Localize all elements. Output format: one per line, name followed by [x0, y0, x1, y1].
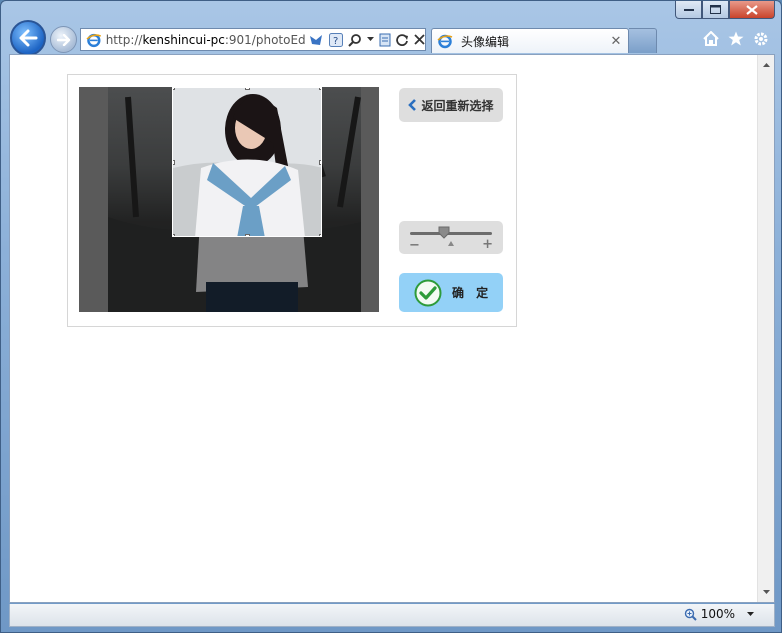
zoom-level: 100%: [700, 607, 735, 621]
favorites-star-icon[interactable]: [727, 30, 744, 47]
maximize-button[interactable]: [702, 1, 729, 19]
scroll-down-icon[interactable]: [758, 584, 774, 600]
reselect-label: 返回重新选择: [421, 98, 494, 113]
ie-page-icon: [86, 33, 102, 47]
crop-handle-nw[interactable]: [173, 88, 175, 90]
crop-handle-s[interactable]: [245, 234, 250, 236]
reselect-button[interactable]: 返回重新选择: [399, 88, 503, 122]
slider-center-marker: [448, 241, 454, 246]
chevron-down-icon[interactable]: [747, 612, 754, 616]
crop-handle-e[interactable]: [319, 160, 321, 165]
minimize-button[interactable]: [675, 1, 702, 19]
tab-photo-edit[interactable]: 头像编辑 ✕: [431, 28, 629, 53]
maximize-icon: [710, 5, 721, 14]
crop-selection[interactable]: [172, 87, 322, 237]
svg-text:?: ?: [333, 36, 338, 47]
minimize-icon: [683, 8, 694, 11]
vertical-scrollbar[interactable]: [757, 55, 774, 602]
new-tab-button[interactable]: [629, 28, 657, 53]
arrow-right-icon: [56, 33, 70, 46]
scroll-up-icon[interactable]: [758, 57, 774, 73]
stop-icon[interactable]: [414, 34, 425, 45]
crop-handle-ne[interactable]: [319, 88, 321, 90]
slider-track[interactable]: [410, 232, 492, 235]
gear-icon[interactable]: [752, 30, 769, 47]
window-controls: [675, 1, 775, 19]
photo-preview-area: [79, 87, 379, 312]
close-icon: [746, 4, 758, 15]
url-host: kenshincui-pc: [142, 32, 225, 47]
crop-preview: [173, 88, 321, 236]
tab-close-icon[interactable]: ✕: [608, 34, 624, 49]
url-text[interactable]: http://kenshincui-pc:901/photoEdit.htm: [106, 33, 306, 47]
url-prefix: http://: [105, 32, 143, 47]
url-path: :901/photoEdit.htm: [224, 32, 306, 47]
compat-page-icon[interactable]: [379, 33, 391, 47]
tab-label: 头像编辑: [461, 34, 510, 49]
slider-plus-label[interactable]: +: [482, 238, 493, 251]
crop-handle-sw[interactable]: [173, 234, 175, 236]
crop-handle-n[interactable]: [245, 88, 250, 90]
slider-minus-label[interactable]: −: [409, 239, 420, 252]
chevron-down-icon[interactable]: [367, 37, 374, 42]
confirm-label: 确 定: [452, 286, 493, 300]
arrow-left-icon: [19, 29, 38, 47]
avatar-editor-panel: 返回重新选择 − + 确 定: [67, 74, 517, 327]
forward-button[interactable]: [50, 26, 77, 53]
help-icon[interactable]: ?: [329, 32, 343, 47]
slider-thumb[interactable]: [438, 226, 450, 239]
crop-handle-w[interactable]: [173, 160, 175, 165]
zoom-control[interactable]: 100%: [684, 607, 754, 621]
compatibility-view-icon[interactable]: [308, 32, 324, 48]
home-icon[interactable]: [702, 30, 719, 47]
back-button[interactable]: [10, 20, 46, 56]
zoom-slider[interactable]: − +: [399, 221, 503, 254]
checkmark-icon: [414, 279, 442, 306]
page-content: 返回重新选择 − + 确 定: [9, 54, 775, 603]
confirm-button[interactable]: 确 定: [399, 273, 503, 312]
refresh-icon[interactable]: [396, 33, 409, 46]
ie-tab-icon: [437, 34, 453, 49]
browser-window: http://kenshincui-pc:901/photoEdit.htm ?…: [0, 0, 782, 633]
address-bar[interactable]: http://kenshincui-pc:901/photoEdit.htm ?: [80, 28, 426, 51]
status-bar: 100%: [9, 604, 775, 627]
zoom-magnifier-icon: [684, 608, 697, 621]
chevron-left-icon: [408, 99, 417, 111]
crop-handle-se[interactable]: [319, 234, 321, 236]
search-icon[interactable]: [348, 33, 362, 47]
close-window-button[interactable]: [729, 1, 775, 19]
